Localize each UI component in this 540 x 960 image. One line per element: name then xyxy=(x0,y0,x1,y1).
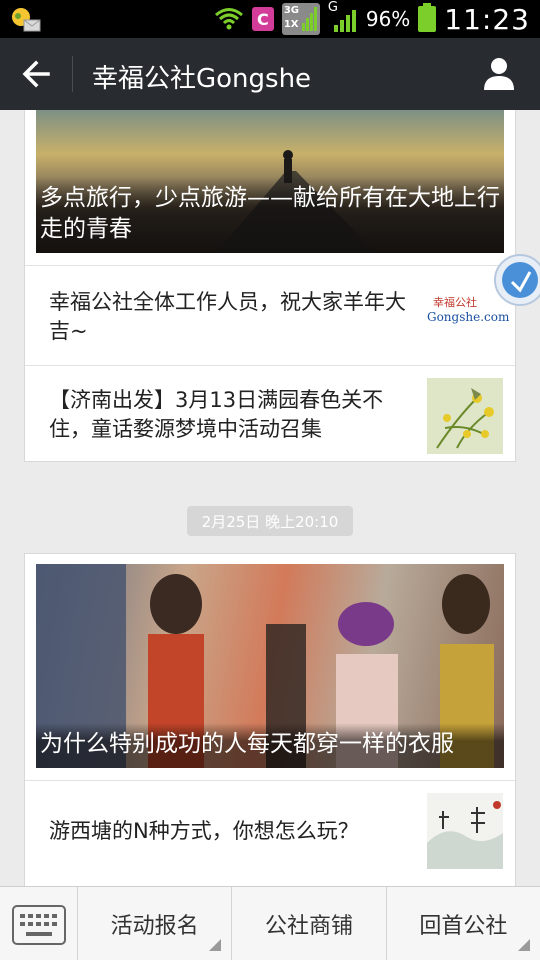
message-feed[interactable]: 多点旅行，少点旅游——献给所有在大地上行走的青春 幸福公社全体工作人员，祝大家羊… xyxy=(0,110,540,886)
submenu-indicator-icon xyxy=(517,939,530,951)
logo-text-en: Gongshe.com xyxy=(427,310,510,324)
signal-bars-icon xyxy=(301,7,317,31)
header-divider xyxy=(72,56,73,92)
floating-action-icon[interactable] xyxy=(494,254,540,306)
article-title: 【济南出发】3月13日满园春色关不住，童话婺源梦境中活动召集 xyxy=(49,388,384,441)
list-item[interactable]: 幸福公社全体工作人员，祝大家羊年大吉~ 幸福公社 Gongshe.com xyxy=(25,265,515,365)
signal-strength-icon: G xyxy=(328,0,358,34)
flower-thumbnail xyxy=(427,378,503,454)
battery-percent: 96% xyxy=(365,7,411,31)
network-3g-icon: 3G 1X xyxy=(281,3,320,35)
list-item[interactable]: 游西塘的N种方式，你想怎么玩？ xyxy=(25,780,515,880)
network-1x-label: 1X xyxy=(283,19,299,30)
hero-caption: 多点旅行，少点旅游——献给所有在大地上行走的青春 xyxy=(36,177,504,253)
c-app-icon: C xyxy=(251,7,274,31)
profile-icon[interactable] xyxy=(482,56,516,90)
keyboard-icon xyxy=(12,905,66,945)
list-item[interactable]: 【济南出发】3月13日满园春色关不住，童话婺源梦境中活动召集 xyxy=(25,365,515,463)
keyboard-toggle-button[interactable] xyxy=(0,887,78,960)
logo-text-cn: 幸福公社 xyxy=(433,296,477,309)
menu-label: 公社商铺 xyxy=(264,914,353,939)
article-hero[interactable]: 为什么特别成功的人每天都穿一样的衣服 xyxy=(36,564,504,768)
back-arrow-icon[interactable] xyxy=(18,56,54,92)
clock: 11:23 xyxy=(444,2,530,36)
app-header: 幸福公社Gongshe xyxy=(0,38,540,110)
timestamp-badge: 2月25日 晚上20:10 xyxy=(187,506,353,536)
gongshe-logo-thumbnail: 幸福公社 Gongshe.com xyxy=(427,278,509,354)
battery-icon xyxy=(418,3,437,32)
article-title: 游西塘的N种方式，你想怎么玩？ xyxy=(49,819,359,843)
network-3g-label: 3G xyxy=(283,5,300,16)
menu-label: 活动报名 xyxy=(110,914,199,939)
article-group-card: 多点旅行，少点旅游——献给所有在大地上行走的青春 幸福公社全体工作人员，祝大家羊… xyxy=(24,110,516,462)
menu-label: 回首公社 xyxy=(419,914,508,939)
wifi-icon xyxy=(214,8,243,30)
menu-shop[interactable]: 公社商铺 xyxy=(232,887,387,960)
submenu-indicator-icon xyxy=(209,939,222,951)
article-title: 幸福公社全体工作人员，祝大家羊年大吉~ xyxy=(49,290,406,343)
ink-painting-thumbnail xyxy=(427,793,503,869)
status-bar: C 3G 1X G 96% 11:23 xyxy=(0,0,540,38)
hero-caption: 为什么特别成功的人每天都穿一样的衣服 xyxy=(36,723,504,768)
menu-activity-signup[interactable]: 活动报名 xyxy=(78,887,233,960)
article-group-card: 为什么特别成功的人每天都穿一样的衣服 游西塘的N种方式，你想怎么玩？ xyxy=(24,553,516,886)
page-title: 幸福公社Gongshe xyxy=(92,64,312,94)
menu-home[interactable]: 回首公社 xyxy=(387,887,540,960)
article-hero[interactable]: 多点旅行，少点旅游——献给所有在大地上行走的青春 xyxy=(36,110,504,253)
app-notification-icon xyxy=(12,8,41,32)
bottom-menu-bar: 活动报名 公社商铺 回首公社 xyxy=(0,886,540,960)
